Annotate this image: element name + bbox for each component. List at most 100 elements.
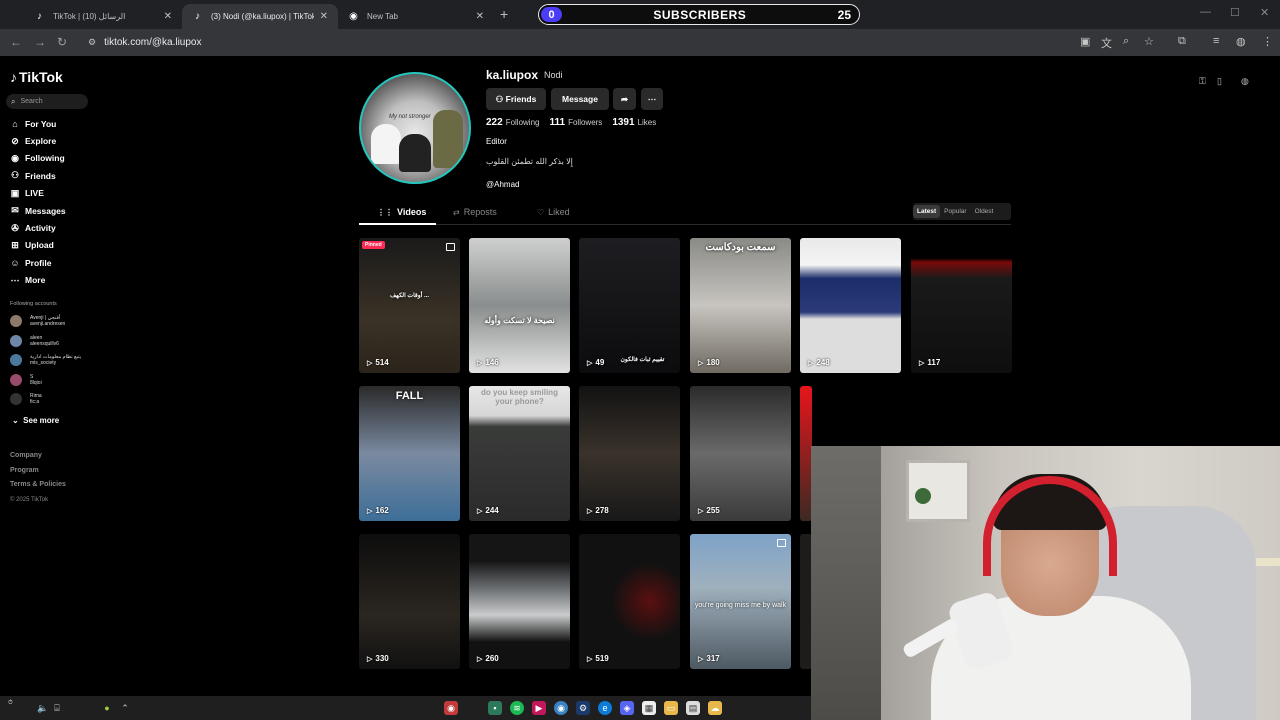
zoom-icon[interactable]: ⌕	[1123, 35, 1129, 48]
chevron-up-icon[interactable]: ⌃	[118, 701, 132, 715]
app-icon-chrome[interactable]: ◉	[554, 701, 568, 715]
message-button[interactable]: Message	[551, 88, 609, 110]
browser-tab-messages[interactable]: ♪ TikTok | الرسائل (10) ✕	[24, 4, 182, 29]
new-tab-button[interactable]: +	[500, 6, 508, 22]
share-button[interactable]: ➦	[613, 88, 636, 110]
app-icon-edge[interactable]: e	[598, 701, 612, 715]
tiktok-logo[interactable]: ♪ TikTok	[10, 69, 63, 85]
sort-oldest-button[interactable]: Oldest	[971, 205, 998, 218]
reload-icon[interactable]: ↻	[57, 35, 67, 49]
sort-popular-button[interactable]: Popular	[940, 205, 970, 218]
tray-app-icon[interactable]: ●	[100, 701, 114, 715]
video-tile[interactable]: تقييم ثبات فالكون ▷ 49	[579, 238, 680, 373]
user-avatar-icon[interactable]: ◍	[1241, 76, 1249, 87]
friends-label: Friends	[505, 94, 537, 104]
video-tile[interactable]: ▷ 248	[800, 238, 901, 373]
footer-link-terms[interactable]: Terms & Policies	[10, 478, 66, 493]
sort-latest-button[interactable]: Latest	[913, 205, 941, 218]
url-bar[interactable]: ⚙ tiktok.com/@ka.liupox	[80, 32, 1070, 53]
profile-link[interactable]: @Ahmad	[486, 180, 519, 189]
following-account[interactable]: aleen aleensquillv6	[10, 335, 59, 347]
following-account[interactable]: يتبع نظام معلومات ادارية mis_society	[10, 354, 81, 366]
video-tile[interactable]: سمعت بودكاست ▷ 180	[690, 238, 791, 373]
app-icon-calendar[interactable]: ▦	[642, 701, 656, 715]
key-icon[interactable]: ⚿	[1199, 76, 1206, 87]
more-options-button[interactable]: ⋯	[641, 88, 663, 110]
video-tile[interactable]: do you keep smiling your phone? ▷ 244	[469, 386, 570, 521]
back-icon[interactable]: ←	[10, 35, 22, 49]
video-tile[interactable]: you're going miss me by walk ▷ 317	[690, 534, 791, 669]
tab-videos[interactable]: ⋮⋮ Videos	[377, 207, 426, 217]
close-icon[interactable]: ✕	[164, 11, 172, 22]
sidebar-item-friends[interactable]: ⚇ Friends	[10, 167, 66, 184]
video-tile[interactable]: ▷ 117	[911, 238, 1012, 373]
sidebar-item-explore[interactable]: ⊘ Explore	[10, 132, 66, 149]
stat-following[interactable]: 222 Following	[486, 117, 539, 128]
browser-tab-profile[interactable]: ♪ (3) Nodi (@ka.liupox) | TikTok ✕	[182, 4, 338, 29]
close-window-icon[interactable]: ✕	[1260, 6, 1269, 19]
browser-tab-newtab[interactable]: ◉ New Tab ✕	[338, 4, 494, 29]
close-icon[interactable]: ✕	[320, 11, 328, 22]
play-icon: ▷	[477, 655, 483, 663]
menu-kebab-icon[interactable]: ⋮	[1262, 35, 1273, 48]
video-tile[interactable]: Pinned أوقات الكهف ... ▷ 514	[359, 238, 460, 373]
reading-list-icon[interactable]: ≡	[1213, 35, 1219, 47]
sidebar-item-for-you[interactable]: ⌂ For You	[10, 115, 66, 132]
app-icon-spotify[interactable]: ≋	[510, 701, 524, 715]
minimize-icon[interactable]: —	[1200, 6, 1211, 18]
sidebar-item-profile[interactable]: ☺ Profile	[10, 254, 66, 271]
close-icon[interactable]: ✕	[476, 11, 484, 22]
app-icon-obs[interactable]: ◉	[444, 701, 458, 715]
app-icon-weather[interactable]: ☁	[708, 701, 722, 715]
volume-icon[interactable]: 🔈	[36, 701, 50, 715]
site-info-icon[interactable]: ⚙	[88, 37, 96, 48]
following-account[interactable]: S 8lqioi	[10, 374, 42, 386]
install-app-icon[interactable]: ▣	[1080, 35, 1090, 48]
bookmark-star-icon[interactable]: ☆	[1144, 35, 1154, 48]
footer-link-company[interactable]: Company	[10, 449, 66, 464]
maximize-icon[interactable]: ☐	[1230, 6, 1240, 19]
sidebar-item-messages[interactable]: ✉ Messages	[10, 202, 65, 219]
tab-title: New Tab	[367, 12, 398, 21]
app-icon-steam[interactable]: ⚙	[576, 701, 590, 715]
sidebar: ♪ TikTok ⌕ Search ⌂ For You ⊘ Explore ◉ Fol…	[0, 56, 110, 696]
friends-button[interactable]: ⚇ Friends	[486, 88, 546, 110]
app-icon-discord[interactable]: ◈	[620, 701, 634, 715]
sidebar-item-upload[interactable]: ⊞ Upload	[10, 237, 66, 254]
following-account[interactable]: Avenji | أفنجي avenji.andresen	[10, 315, 65, 327]
device-icon[interactable]: ▯	[1217, 76, 1222, 87]
stat-followers[interactable]: 111 Followers	[549, 117, 602, 128]
translate-icon[interactable]: 文	[1101, 35, 1112, 51]
app-icon-notes[interactable]: ▤	[686, 701, 700, 715]
tab-liked[interactable]: ♡ Liked	[537, 207, 570, 217]
grid-icon: ⋮⋮	[377, 207, 393, 217]
tab-reposts[interactable]: ⇄ Reposts	[453, 207, 497, 217]
network-icon[interactable]: ⌸	[50, 701, 64, 715]
video-tile[interactable]: ▷ 330	[359, 534, 460, 669]
footer-link-program[interactable]: Program	[10, 464, 66, 479]
search-input[interactable]: ⌕ Search	[6, 94, 88, 109]
heart-icon: ♡	[537, 207, 545, 217]
app-icon-terminal[interactable]: ▪	[488, 701, 502, 715]
forward-icon[interactable]: →	[34, 35, 46, 49]
extensions-icon[interactable]: ⧉	[1178, 35, 1186, 48]
sidebar-item-live[interactable]: ▣ LIVE	[10, 185, 66, 202]
sidebar-item-label: Following	[25, 153, 65, 164]
video-tile[interactable]: نصيحة لا تسكت وأوله ▷ 146	[469, 238, 570, 373]
sidebar-item-more[interactable]: ⋯ More	[10, 272, 66, 289]
app-icon-folder[interactable]: ▭	[664, 701, 678, 715]
app-icon-media[interactable]: ▶	[532, 701, 546, 715]
video-tile[interactable]: FALL ▷ 162	[359, 386, 460, 521]
video-tile[interactable]: ▷ 260	[469, 534, 570, 669]
video-tile[interactable]: ▷ 278	[579, 386, 680, 521]
profile-avatar[interactable]: My not stronger	[359, 72, 471, 184]
video-tile[interactable]: ▷ 255	[690, 386, 791, 521]
sidebar-item-activity[interactable]: ✇ Activity	[10, 219, 66, 236]
sidebar-item-following[interactable]: ◉ Following	[10, 150, 66, 167]
see-more-button[interactable]: ⌄ See more	[12, 416, 59, 425]
following-account[interactable]: Rima fic:a	[10, 393, 42, 405]
sidebar-item-label: For You	[25, 118, 57, 129]
avatar	[10, 335, 22, 347]
profile-avatar-icon[interactable]: ◍	[1236, 35, 1246, 48]
video-tile[interactable]: ▷ 519	[579, 534, 680, 669]
